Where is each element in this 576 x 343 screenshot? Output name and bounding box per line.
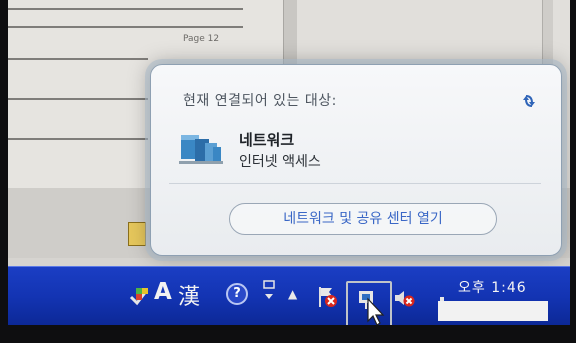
refresh-icon[interactable] <box>519 91 539 111</box>
document-rule <box>8 58 148 60</box>
network-status: 인터넷 액세스 <box>239 154 321 170</box>
action-center-icon[interactable] <box>316 285 338 309</box>
volume-muted-icon[interactable] <box>393 287 415 309</box>
document-tab[interactable] <box>128 222 146 246</box>
network-icon <box>177 127 225 167</box>
divider <box>169 183 541 184</box>
language-bar-icon[interactable] <box>128 285 150 307</box>
screen-photo: Page 12 현재 연결되어 있는 대상: 네트워크 인터넷 액세스 네트워크… <box>8 0 570 325</box>
taskbar: A 漢 ? ▲ 오후 1:46 <box>8 266 570 325</box>
network-name: 네트워크 <box>239 131 295 149</box>
document-rule <box>8 98 148 100</box>
ime-hanja-indicator[interactable]: 漢 <box>178 279 200 311</box>
network-tray-icon[interactable] <box>346 281 392 325</box>
flyout-title: 현재 연결되어 있는 대상: <box>183 93 337 109</box>
show-hidden-icons-icon[interactable]: ▲ <box>288 287 297 301</box>
document-rule <box>8 8 243 10</box>
ime-mode-indicator[interactable]: A <box>154 279 172 305</box>
document-rule <box>8 138 148 140</box>
network-flyout: 현재 연결되어 있는 대상: 네트워크 인터넷 액세스 네트워크 및 공유 센터… <box>150 64 562 256</box>
open-network-center-link[interactable]: 네트워크 및 공유 센터 열기 <box>229 203 497 235</box>
document-rule <box>8 26 243 28</box>
taskbar-clock[interactable]: 오후 1:46 <box>458 277 527 297</box>
help-icon[interactable]: ? <box>226 283 248 305</box>
redacted-date <box>438 301 548 321</box>
ime-options-icon[interactable] <box>262 279 276 305</box>
page-label: Page 12 <box>183 34 220 44</box>
